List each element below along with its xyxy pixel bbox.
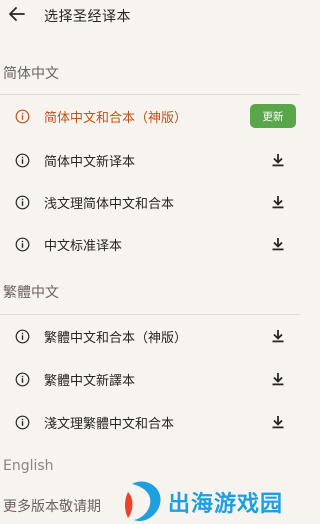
info-icon[interactable]: [15, 195, 30, 210]
watermark-logo-icon: [125, 481, 161, 522]
info-icon[interactable]: [15, 329, 30, 344]
more-versions-text: 更多版本敬请期: [3, 499, 101, 515]
translation-label: 浅文理简体中文和合本: [44, 196, 175, 212]
download-button[interactable]: [268, 412, 288, 432]
info-icon[interactable]: [15, 153, 30, 168]
download-button[interactable]: [268, 369, 288, 389]
page-title: 选择圣经译本: [44, 9, 131, 25]
update-button[interactable]: 更新: [250, 104, 296, 128]
download-icon: [272, 196, 284, 209]
info-icon[interactable]: [15, 372, 30, 387]
download-icon: [272, 373, 284, 386]
translation-row-cnv-traditional[interactable]: 繁體中文新譯本: [0, 357, 300, 401]
translation-label: 繁體中文和合本（神版）: [44, 330, 188, 346]
translation-label: 中文标准译本: [44, 238, 123, 254]
translation-label: 淺文理繁體中文和合本: [44, 416, 175, 432]
download-icon: [272, 154, 284, 167]
info-icon[interactable]: [15, 415, 30, 430]
translation-row-cuv-shen-simplified[interactable]: 简体中文和合本（神版） 更新: [0, 94, 300, 138]
translation-row-cuv-shen-traditional[interactable]: 繁體中文和合本（神版）: [0, 314, 300, 358]
translation-row-cnv-simplified[interactable]: 简体中文新译本: [0, 138, 300, 182]
arrow-left-icon: [9, 7, 25, 21]
download-icon: [272, 238, 284, 251]
info-icon[interactable]: [15, 109, 30, 124]
download-icon: [272, 416, 284, 429]
download-button[interactable]: [268, 192, 288, 212]
section-title-traditional: 繁體中文: [3, 285, 59, 301]
translation-label: 简体中文和合本（神版）: [44, 110, 188, 126]
watermark: 出海游戏园: [124, 478, 300, 524]
section-title-english: English: [3, 458, 54, 474]
translation-row-wenli-simplified[interactable]: 浅文理简体中文和合本: [0, 180, 300, 224]
download-icon: [272, 330, 284, 343]
translation-label: 简体中文新译本: [44, 154, 136, 170]
download-button[interactable]: [268, 326, 288, 346]
download-button[interactable]: [268, 150, 288, 170]
translation-picker-screen: 选择圣经译本 简体中文 简体中文和合本（神版） 更新 简体中文新译本 浅文理简体…: [0, 0, 300, 524]
translation-label: 繁體中文新譯本: [44, 373, 136, 389]
translation-row-csb[interactable]: 中文标准译本: [0, 222, 300, 266]
download-button[interactable]: [268, 234, 288, 254]
translation-row-wenli-traditional[interactable]: 淺文理繁體中文和合本: [0, 400, 300, 444]
back-button[interactable]: [6, 3, 28, 25]
watermark-text: 出海游戏园: [168, 492, 284, 517]
section-title-simplified: 简体中文: [3, 66, 59, 82]
info-icon[interactable]: [15, 237, 30, 252]
app-bar: 选择圣经译本: [0, 0, 300, 30]
